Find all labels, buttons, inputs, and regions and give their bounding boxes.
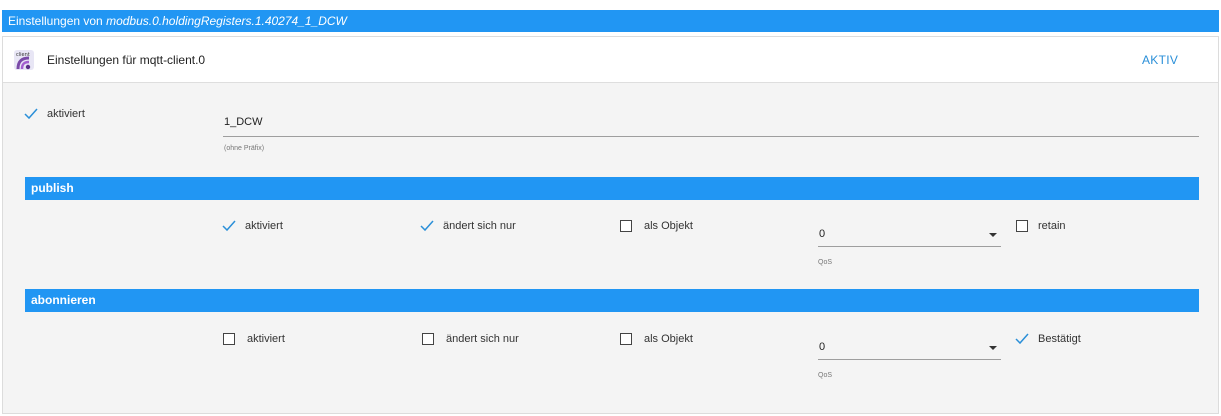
subscribe-as-object-label: als Objekt — [644, 333, 693, 345]
publish-as-object-checkbox[interactable]: als Objekt — [620, 217, 693, 235]
unchecked-box-icon — [223, 333, 235, 345]
publish-qos-select[interactable]: 0 — [818, 221, 1001, 247]
adapter-settings-panel: client Einstellungen für mqtt-client.0 A… — [2, 36, 1219, 414]
subscribe-changes-only-label: ändert sich nur — [446, 333, 519, 345]
unchecked-box-icon — [620, 220, 632, 232]
dialog-object-id: modbus.0.holdingRegisters.1.40274_1_DCW — [106, 14, 347, 28]
dropdown-caret-icon — [989, 233, 997, 237]
dropdown-caret-icon — [989, 346, 997, 350]
publish-changes-only-checkbox[interactable]: ändert sich nur — [419, 217, 516, 235]
topic-helper-text: (ohne Präfix) — [224, 145, 265, 152]
publish-enabled-label: aktiviert — [245, 220, 283, 232]
subscribe-changes-only-checkbox[interactable]: ändert sich nur — [422, 330, 519, 348]
general-enabled-label: aktiviert — [47, 108, 85, 120]
subscribe-enabled-label: aktiviert — [247, 333, 285, 345]
check-icon — [1015, 333, 1029, 345]
publish-section-header: publish — [25, 177, 1199, 200]
publish-as-object-label: als Objekt — [644, 220, 693, 232]
topic-input[interactable]: 1_DCW — [223, 111, 1199, 137]
publish-qos-value: 0 — [819, 228, 826, 240]
publish-retain-label: retain — [1038, 220, 1066, 232]
subscribe-enabled-checkbox[interactable]: aktiviert — [223, 330, 285, 348]
dialog-title-prefix: Einstellungen von — [8, 14, 103, 28]
subscribe-qos-select[interactable]: 0 — [818, 334, 1001, 360]
publish-retain-checkbox[interactable]: retain — [1016, 217, 1066, 235]
publish-changes-only-label: ändert sich nur — [443, 220, 516, 232]
subscribe-qos-value: 0 — [819, 341, 826, 353]
check-icon — [24, 108, 38, 120]
subscribe-ack-label: Bestätigt — [1038, 333, 1081, 345]
publish-qos-label: QoS — [818, 259, 833, 266]
adapter-header[interactable]: client Einstellungen für mqtt-client.0 A… — [3, 37, 1218, 83]
unchecked-box-icon — [422, 333, 434, 345]
check-icon — [222, 220, 236, 232]
adapter-title: Einstellungen für mqtt-client.0 — [47, 53, 206, 67]
subscribe-ack-checkbox[interactable]: Bestätigt — [1014, 330, 1081, 348]
dialog-title-bar: Einstellungen von modbus.0.holdingRegist… — [2, 10, 1219, 32]
subscribe-qos-label: QoS — [818, 372, 833, 379]
publish-enabled-checkbox[interactable]: aktiviert — [221, 217, 283, 235]
unchecked-box-icon — [620, 333, 632, 345]
topic-value: 1_DCW — [224, 116, 263, 128]
subscribe-section-header: abonnieren — [25, 289, 1199, 312]
check-icon — [420, 220, 434, 232]
mqtt-client-logo-icon: client — [14, 50, 34, 70]
unchecked-box-icon — [1016, 220, 1028, 232]
subscribe-as-object-checkbox[interactable]: als Objekt — [620, 330, 693, 348]
adapter-active-toggle[interactable]: AKTIV — [1142, 53, 1178, 67]
general-enabled-checkbox[interactable]: aktiviert — [23, 105, 85, 123]
